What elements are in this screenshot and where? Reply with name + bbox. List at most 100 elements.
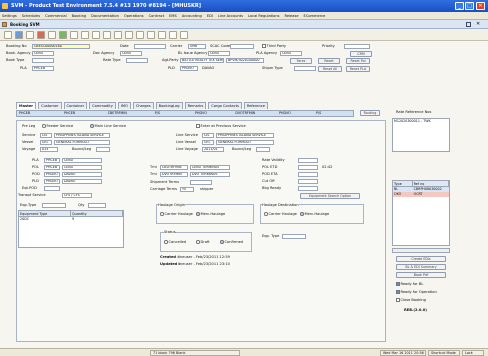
doc-agency-field[interactable]: CEBU [120, 51, 142, 56]
copy-icon[interactable] [70, 30, 78, 39]
status-cancelled-radio[interactable]: Cancelled [164, 240, 186, 245]
rate-type-select[interactable] [126, 58, 148, 63]
ready-for-operation-checkbox[interactable]: Ready for Operation [396, 290, 437, 295]
tab-master[interactable]: Master [16, 102, 37, 109]
menu-schedules[interactable]: Schedules [22, 12, 40, 19]
line-service-code[interactable]: CIS [202, 133, 214, 138]
close-booking-checkbox[interactable]: Close Booking [396, 298, 426, 303]
line-vessel-code[interactable]: GFL [202, 140, 214, 145]
main-line-radio[interactable]: Main Line Service [90, 124, 126, 129]
tab-remarks[interactable]: Remarks [184, 102, 207, 109]
agt-party-code-field[interactable]: BPVM/3020100000 [226, 58, 264, 63]
status-draft-radio[interactable]: Draft [196, 240, 210, 245]
tab-reference[interactable]: Reference [243, 102, 268, 109]
save-icon[interactable] [15, 30, 23, 39]
eqp-type2-select[interactable] [282, 234, 306, 239]
help-icon[interactable] [180, 30, 188, 39]
close-button[interactable]: ✕ [476, 2, 485, 10]
menu-booking[interactable]: Booking [72, 12, 87, 19]
tml1-name[interactable]: CEBU TERMINUS [190, 165, 230, 170]
crm-button[interactable]: CRM [350, 51, 372, 57]
eqp-type-field[interactable] [42, 203, 66, 208]
tab-commodity[interactable]: Commodity [89, 102, 116, 109]
origin-carrier-haulage-radio[interactable]: Carrier Haulage [160, 212, 193, 217]
shipment-terms-field[interactable] [190, 180, 212, 185]
tml2-code[interactable]: DVOTRFMIN [160, 172, 188, 177]
pod-eta-field[interactable] [298, 172, 318, 177]
pla2-name[interactable]: CEBU [62, 158, 102, 163]
pla-field[interactable]: PHCEB [32, 66, 54, 71]
priority-select[interactable] [344, 44, 370, 49]
feeder-radio[interactable]: Feeder Service [42, 124, 73, 129]
menu-operations[interactable]: Operations [124, 12, 144, 19]
tml1-code[interactable]: CBUTRFMIN [160, 165, 188, 170]
line-vessel-name[interactable]: GENERAL FORMULO [216, 140, 274, 145]
menu-edi[interactable]: EDI [207, 12, 213, 19]
undo-icon[interactable] [103, 30, 111, 39]
new-icon[interactable] [4, 30, 12, 39]
menu-ems[interactable]: EMS [169, 12, 177, 19]
service-code[interactable]: CIS [40, 133, 52, 138]
rate-ref-value[interactable]: M12020300011 - TWK [393, 119, 449, 124]
book-agency-field[interactable]: CEBU [32, 51, 54, 56]
maximize-button[interactable]: □ [465, 2, 474, 10]
bkg-ready-field[interactable] [298, 186, 318, 191]
refresh-icon[interactable] [59, 30, 67, 39]
pol-name[interactable]: CEBU [62, 165, 102, 170]
dest-merc-haulage-radio[interactable]: Merc.Haulage [300, 212, 329, 217]
menu-local-regulations[interactable]: Local Regulations [248, 12, 280, 19]
prev-record-icon[interactable] [125, 30, 133, 39]
attach-icon[interactable] [169, 30, 177, 39]
eqt-pod-field[interactable] [44, 186, 60, 191]
rate-validity-field[interactable] [298, 158, 318, 163]
tab-bookingleg[interactable]: BookingLeg [155, 102, 183, 109]
bl-issue-field[interactable]: CEBU [208, 51, 230, 56]
transp-service-field[interactable]: CFS / CFS [62, 193, 92, 198]
create-edis-button[interactable]: Create EDIs [396, 256, 446, 262]
routing-button[interactable]: Routing [360, 110, 380, 116]
cutoff-field[interactable] [298, 179, 318, 184]
menu-settings[interactable]: Settings [2, 12, 17, 19]
pla2-code[interactable]: PHCEB [44, 158, 60, 163]
pol-etd-field[interactable] [298, 165, 318, 170]
find-icon[interactable] [48, 30, 56, 39]
menu-ecommerce[interactable]: ECommerce [304, 12, 326, 19]
last-record-icon[interactable] [147, 30, 155, 39]
vessel-code[interactable]: GFL [40, 140, 52, 145]
pld2-name[interactable]: DAVAO [62, 179, 102, 184]
pld-field[interactable]: PHDVO [180, 66, 198, 71]
voyage-field[interactable]: 015 [40, 147, 58, 152]
next-record-icon[interactable] [136, 30, 144, 39]
line-voyage-field[interactable]: 2011/01 [202, 147, 224, 152]
tab-imo[interactable]: IMO [117, 102, 131, 109]
carrier-field[interactable]: SMR [188, 44, 206, 49]
delete-icon[interactable] [37, 30, 45, 39]
vessel-name[interactable]: GENERAL FORMULO [54, 140, 110, 145]
table-row[interactable]: 20DC 9 [19, 217, 123, 222]
qty-field[interactable] [88, 203, 106, 208]
line-service-name[interactable]: PHILIPPINES ISLAND SERVICE [216, 133, 274, 138]
menu-commercial[interactable]: Commercial [45, 12, 67, 19]
pol-code[interactable]: PHCEB [44, 165, 60, 170]
first-record-icon[interactable] [114, 30, 122, 39]
pla-agency-field[interactable]: CEBU [280, 51, 302, 56]
table-row[interactable]: OKO OCRT [393, 192, 449, 197]
tab-container[interactable]: Container [63, 102, 88, 109]
tab-customer[interactable]: Customer [38, 102, 62, 109]
pld2-code[interactable]: PHDVO [44, 179, 60, 184]
reset-button[interactable]: Reset [318, 58, 340, 64]
reset-pol-button[interactable]: Reset Pol [346, 58, 370, 64]
menu-contract[interactable]: Contract [149, 12, 164, 19]
line-bound-field[interactable] [256, 147, 270, 152]
bound-field[interactable] [96, 147, 110, 152]
print-icon[interactable] [26, 30, 34, 39]
carriage-terms-field[interactable]: YS [180, 187, 194, 192]
status-confirmed-radio[interactable]: Confirmed [220, 240, 243, 245]
paste-icon[interactable] [81, 30, 89, 39]
tml2-name[interactable]: DVO TERMINUS [190, 172, 230, 177]
pod-name[interactable]: DAVAO [62, 172, 102, 177]
minimize-button[interactable]: _ [455, 2, 464, 10]
fares-button[interactable]: Fares [290, 58, 312, 64]
filter-icon[interactable] [158, 30, 166, 39]
equipment-search-button[interactable]: Equipment Search Option [300, 193, 360, 199]
